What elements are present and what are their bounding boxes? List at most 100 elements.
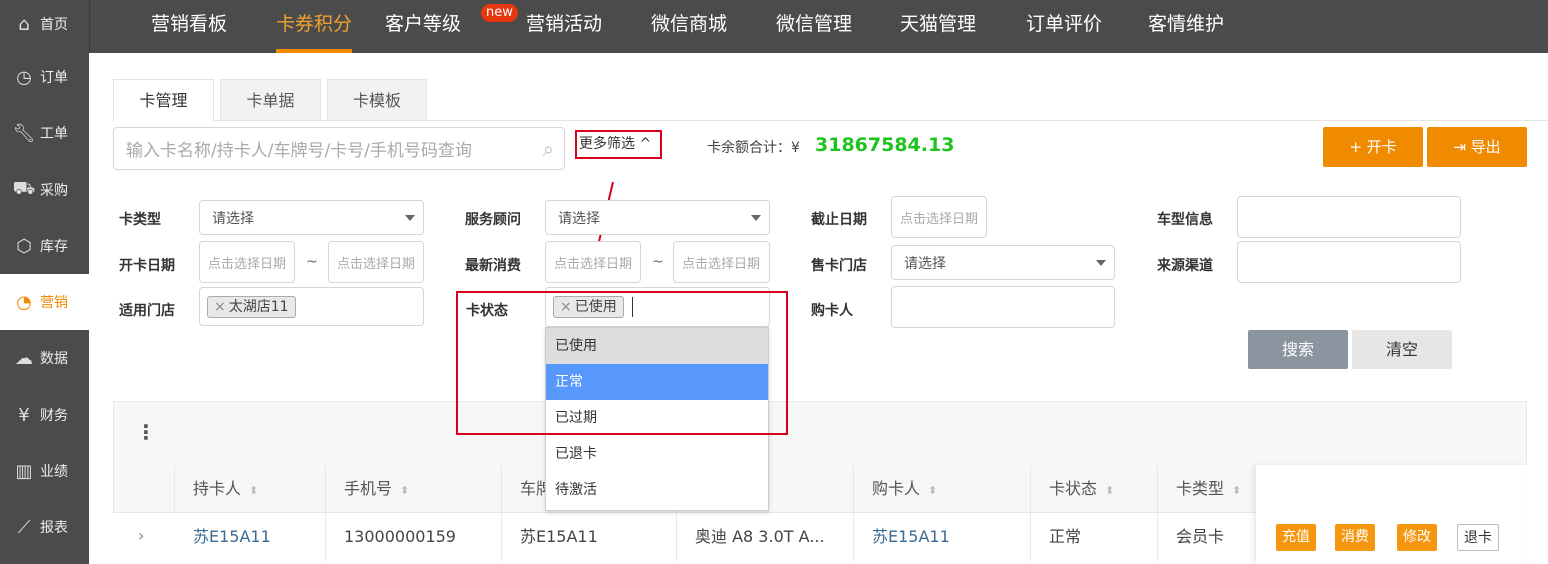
action-button-2[interactable]: 修改 (1397, 524, 1437, 551)
sort-icon[interactable]: ⬍ (400, 484, 409, 497)
sidebar-item-1[interactable]: ◷ 订单 (0, 49, 89, 105)
nav-item-1[interactable]: 卡券积分 (276, 0, 353, 53)
sidebar-item-label: 库存 (40, 239, 68, 255)
open-date-start-input[interactable]: 点击选择日期 (199, 241, 295, 283)
cloud-icon: ☁ (15, 347, 33, 369)
cell-type: 会员卡 (1158, 513, 1256, 561)
balance-label: 卡余额合计：¥ (707, 140, 800, 156)
column-header-0 (113, 465, 175, 513)
advisor-select[interactable]: 请选择 (545, 200, 770, 235)
last-consume-end-input[interactable]: 点击选择日期 (673, 241, 770, 283)
caret-down-icon (405, 214, 415, 226)
sidebar-item-label: 业绩 (40, 464, 68, 480)
action-button-1[interactable]: 消费 (1335, 524, 1375, 551)
sidebar-item-9[interactable]: ⟋ 报表 (0, 499, 89, 555)
sort-icon[interactable]: ⬍ (1232, 484, 1241, 497)
nav-item-7[interactable]: 订单评价 (1026, 0, 1102, 53)
card-type-label: 卡类型 (119, 212, 161, 228)
deadline-label: 截止日期 (811, 212, 867, 228)
open-date-end-input[interactable]: 点击选择日期 (328, 241, 424, 283)
sort-icon[interactable]: ⬍ (249, 484, 258, 497)
nav-item-5[interactable]: 微信管理 (776, 0, 852, 53)
sidebar-item-label: 报表 (40, 520, 68, 536)
date-separator: ~ (306, 254, 318, 270)
yen-icon: ¥ (18, 404, 30, 426)
column-header-1[interactable]: 持卡人 ⬍ (175, 465, 326, 513)
last-consume-start-input[interactable]: 点击选择日期 (545, 241, 641, 283)
car-info-input[interactable] (1237, 196, 1461, 238)
export-icon: ⇥ (1453, 138, 1471, 156)
search-icon[interactable]: ⌕ (543, 137, 554, 161)
buyer-input[interactable] (891, 286, 1115, 328)
cell-holder[interactable]: 苏E15A11 (175, 513, 326, 561)
expand-chevron-icon[interactable]: › (138, 526, 144, 545)
sidebar-item-4[interactable]: ⬡ 库存 (0, 218, 89, 274)
nav-item-2[interactable]: 客户等级 (385, 0, 461, 53)
advisor-label: 服务顾问 (465, 212, 521, 228)
cell-status: 正常 (1031, 513, 1158, 561)
sidebar-item-label: 首页 (40, 17, 68, 33)
store-sold-select[interactable]: 请选择 (891, 245, 1115, 280)
cell-car: 奥迪 A8 3.0T A... (677, 513, 854, 561)
more-filter-button[interactable]: 更多筛选 ^ (575, 130, 662, 159)
cell-phone: 13000000159 (326, 513, 502, 561)
store-sold-label: 售卡门店 (811, 258, 867, 274)
sidebar-item-5[interactable]: ◔ 营销 (0, 274, 89, 330)
column-header-5[interactable]: 购卡人 ⬍ (854, 465, 1031, 513)
open-card-button[interactable]: + 开卡 (1323, 127, 1423, 167)
sidebar-item-label: 工单 (40, 126, 68, 142)
sidebar-item-8[interactable]: ▥ 业绩 (0, 443, 89, 499)
tab-divider (113, 120, 1548, 121)
sidebar-item-label: 订单 (40, 70, 68, 86)
clock-icon: ◷ (16, 66, 32, 88)
tab-2[interactable]: 卡模板 (327, 79, 427, 121)
column-header-6[interactable]: 卡状态 ⬍ (1031, 465, 1158, 513)
nav-item-6[interactable]: 天猫管理 (900, 0, 976, 53)
deadline-date-input[interactable]: 点击选择日期 (891, 196, 987, 238)
action-button-0[interactable]: 充值 (1276, 524, 1316, 551)
cell-buyer[interactable]: 苏E15A11 (854, 513, 1031, 561)
more-vertical-icon[interactable]: ⋮ (136, 420, 156, 444)
sidebar-item-3[interactable]: ⛟ 采购 (0, 162, 89, 218)
column-header-7[interactable]: 卡类型 ⬍ (1158, 465, 1256, 513)
store-tag: × 太湖店11 (207, 295, 296, 318)
nav-item-8[interactable]: 客情维护 (1148, 0, 1224, 53)
sidebar-item-7[interactable]: ¥ 财务 (0, 387, 89, 443)
caret-down-icon (751, 214, 761, 226)
store-label: 适用门店 (119, 303, 175, 319)
cell-plate: 苏E15A11 (502, 513, 677, 561)
clear-button[interactable]: 清空 (1352, 330, 1452, 369)
sidebar-item-6[interactable]: ☁ 数据 (0, 330, 89, 386)
top-nav: 营销看板 卡券积分 客户等级 营销活动 微信商城 微信管理 天猫管理 订单评价 客情维护 new (89, 0, 1548, 53)
store-multiselect[interactable]: × 太湖店11 (199, 287, 424, 326)
line-chart-icon: ⟋ (17, 516, 31, 538)
export-button[interactable]: ⇥ 导出 (1427, 127, 1527, 167)
nav-item-4[interactable]: 微信商城 (651, 0, 727, 53)
tab-1[interactable]: 卡单据 (220, 79, 321, 121)
tab-0[interactable]: 卡管理 (113, 79, 214, 121)
sort-icon[interactable]: ⬍ (1105, 484, 1114, 497)
nav-item-3[interactable]: 营销活动 (526, 0, 602, 53)
search-input[interactable]: 输入卡名称/持卡人/车牌号/卡号/手机号码查询 ⌕ (113, 127, 565, 170)
open-date-label: 开卡日期 (119, 258, 175, 274)
cart-icon: ⛟ (12, 178, 36, 199)
sidebar-item-label: 数据 (40, 351, 68, 367)
annotation-box (456, 291, 788, 435)
search-button[interactable]: 搜索 (1248, 330, 1348, 369)
status-option[interactable]: 已退卡 (546, 436, 768, 472)
balance-value: 31867584.13 (815, 134, 955, 156)
sort-icon[interactable]: ⬍ (928, 484, 937, 497)
card-type-select[interactable]: 请选择 (199, 200, 424, 235)
status-option[interactable]: 待激活 (546, 472, 768, 508)
caret-down-icon (1096, 259, 1106, 271)
remove-icon[interactable]: × (214, 299, 226, 315)
action-button-3[interactable]: 退卡 (1457, 524, 1499, 551)
sidebar-item-0[interactable]: ⌂ 首页 (0, 0, 89, 52)
nav-item-0[interactable]: 营销看板 (151, 0, 227, 53)
sidebar-item-2[interactable]: 🔧︎ 工单 (0, 105, 89, 161)
pie-chart-icon: ◔ (16, 291, 32, 313)
buyer-label: 购卡人 (811, 303, 853, 319)
source-input[interactable] (1237, 241, 1461, 283)
sidebar-item-label: 营销 (40, 295, 68, 311)
column-header-2[interactable]: 手机号 ⬍ (326, 465, 502, 513)
